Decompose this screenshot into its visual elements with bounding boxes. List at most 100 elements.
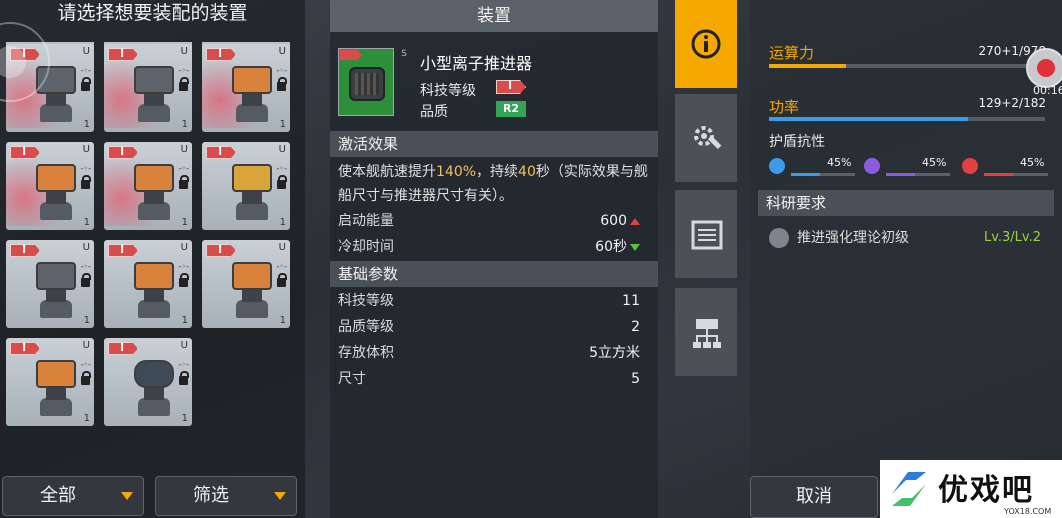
turret-icon: [130, 62, 176, 122]
tech-badge: [108, 244, 138, 257]
card-u-label: U: [278, 242, 286, 253]
card-count: 1: [83, 413, 90, 424]
link-icon: -◦-: [178, 262, 190, 271]
param-label: 科技等级: [338, 293, 394, 309]
link-icon: -◦-: [80, 164, 92, 173]
power-value: 129+2/182: [978, 96, 1046, 110]
device-card[interactable]: U -◦- 1: [202, 240, 290, 328]
base-params-header: 基础参数: [330, 261, 658, 287]
turret-icon: [130, 160, 176, 220]
device-grid: U -◦- 1 U -◦- 1 U -◦- 1 U -◦- 1 U -◦- 1 U -◦- 1 U -◦- 1 U -◦- 1…: [6, 44, 296, 454]
filter-button[interactable]: 筛选: [155, 476, 297, 516]
card-count: 1: [83, 217, 90, 228]
turret-icon: [32, 160, 78, 220]
thruster-icon: [349, 67, 385, 101]
card-u-label: U: [82, 242, 90, 253]
link-icon: -◦-: [178, 360, 190, 369]
param-row: 品质等级 2: [338, 315, 640, 339]
arrow-down-icon: [630, 243, 640, 251]
lock-icon: [81, 175, 91, 189]
card-u-label: U: [278, 144, 286, 155]
card-count: 1: [83, 119, 90, 130]
tech-badge: [10, 244, 40, 257]
card-u-label: U: [180, 242, 188, 253]
lock-icon: [277, 175, 287, 189]
turret-icon: [130, 356, 176, 416]
lock-icon: [179, 273, 189, 287]
card-count: 1: [181, 119, 188, 130]
caret-down-icon: [121, 492, 133, 500]
device-card[interactable]: U -◦- 1: [202, 142, 290, 230]
cooldown-row: 冷却时间 60秒: [338, 235, 640, 259]
card-u-label: U: [82, 340, 90, 351]
link-icon: -◦-: [80, 262, 92, 271]
tech-badge-mini: [340, 50, 362, 60]
resist-fire: 45%: [962, 156, 1052, 176]
device-list-panel: 请选择想要装配的装置 U -◦- 1 U -◦- 1 U -◦- 1 U -◦- 1 U -◦- 1 U -◦-…: [0, 0, 305, 518]
device-card[interactable]: U -◦- 1: [6, 240, 94, 328]
card-count: 1: [279, 315, 286, 326]
lock-icon: [81, 77, 91, 91]
device-card[interactable]: U -◦- 1: [104, 142, 192, 230]
record-button[interactable]: [1026, 48, 1062, 88]
record-timer: 00:16: [1033, 84, 1062, 97]
lightning-icon: [769, 158, 785, 174]
gear-wrench-icon: [694, 126, 722, 150]
lock-icon: [277, 273, 287, 287]
tab-list[interactable]: [675, 190, 737, 278]
lock-icon: [179, 371, 189, 385]
tech-badge: [108, 48, 138, 61]
schematic-icon: [693, 319, 721, 348]
arrow-up-icon: [630, 217, 640, 225]
device-card[interactable]: U -◦- 1: [104, 44, 192, 132]
fire-icon: [962, 158, 978, 174]
tab-modules[interactable]: [675, 94, 737, 182]
cancel-button[interactable]: 取消: [750, 476, 878, 518]
device-detail-panel: 装置 S 小型离子推进器 科技等级 品质 R2 激活效果 使本舰航速提升140%…: [330, 0, 658, 518]
turret-icon: [32, 356, 78, 416]
param-label: 品质等级: [338, 319, 394, 335]
research-requirement-header: 科研要求: [758, 190, 1054, 216]
lock-icon: [179, 175, 189, 189]
card-u-label: U: [180, 340, 188, 351]
tech-badge: [108, 342, 138, 355]
card-u-label: U: [180, 144, 188, 155]
resist-energy: 45%: [864, 156, 954, 176]
caret-down-icon: [274, 492, 286, 500]
link-icon: -◦-: [276, 262, 288, 271]
turret-icon: [228, 62, 274, 122]
param-row: 存放体积 5立方米: [338, 341, 640, 365]
compute-bar: [769, 64, 1045, 68]
param-value: 5: [631, 371, 640, 387]
turret-icon: [32, 258, 78, 318]
tech-badge: [206, 244, 236, 257]
tab-schematic[interactable]: [675, 288, 737, 376]
device-card[interactable]: U -◦- 1: [104, 338, 192, 426]
link-icon: -◦-: [276, 66, 288, 75]
device-card[interactable]: U -◦- 1: [202, 44, 290, 132]
energy-row: 启动能量 600: [338, 209, 640, 233]
card-count: 1: [279, 119, 286, 130]
tech-badge: [206, 48, 236, 61]
param-value: 2: [631, 319, 640, 335]
quality-badge: R2: [496, 101, 526, 117]
tab-info[interactable]: [675, 0, 737, 88]
link-icon: -◦-: [80, 66, 92, 75]
tech-badge: [108, 146, 138, 159]
device-card[interactable]: U -◦- 1: [6, 338, 94, 426]
item-name: 小型离子推进器: [420, 54, 533, 73]
info-icon: [691, 29, 721, 59]
card-u-label: U: [82, 144, 90, 155]
tech-label: 科技等级: [420, 83, 476, 99]
device-card[interactable]: U -◦- 1: [6, 142, 94, 230]
card-count: 1: [181, 315, 188, 326]
lock-icon: [277, 77, 287, 91]
tech-badge: [206, 146, 236, 159]
lock-icon: [81, 273, 91, 287]
quality-label: 品质: [420, 104, 448, 120]
link-icon: -◦-: [80, 360, 92, 369]
filter-all-button[interactable]: 全部: [2, 476, 144, 516]
turret-icon: [228, 160, 274, 220]
param-value: 11: [622, 293, 640, 309]
device-card[interactable]: U -◦- 1: [104, 240, 192, 328]
